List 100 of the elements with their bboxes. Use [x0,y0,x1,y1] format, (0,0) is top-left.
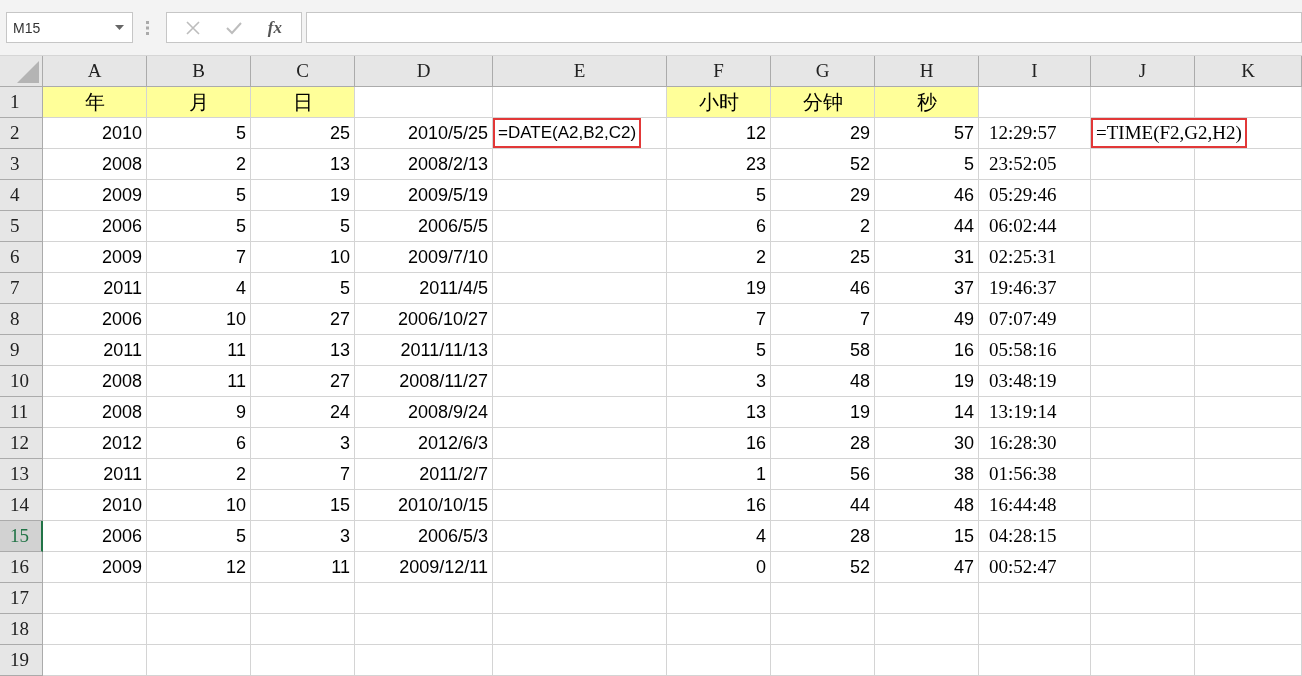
row-header[interactable]: 9 [0,335,43,366]
table-cell: 15 [875,521,979,552]
row-header[interactable]: 2 [0,118,43,149]
table-cell: 14 [875,397,979,428]
table-cell: 27 [251,366,355,397]
formula-input-field[interactable] [306,12,1302,43]
header-cell: 分钟 [771,87,875,118]
row-header[interactable]: 1 [0,87,43,118]
table-cell: 48 [771,366,875,397]
insert-function-button[interactable]: fx [265,17,284,38]
column-header[interactable]: H [875,56,979,87]
table-cell: 52 [771,149,875,180]
name-box[interactable]: M15 [6,12,133,43]
table-cell: 47 [875,552,979,583]
table-cell: 2010/10/15 [355,490,493,521]
row-header[interactable]: 4 [0,180,43,211]
table-cell: 48 [875,490,979,521]
row-header[interactable]: 13 [0,459,43,490]
column-header[interactable]: I [979,56,1091,87]
table-cell: 2009/12/11 [355,552,493,583]
table-cell: 04:28:15 [979,521,1091,552]
column-header[interactable]: J [1091,56,1195,87]
table-cell: 2006/5/5 [355,211,493,242]
table-cell: 10 [147,304,251,335]
table-cell: 5 [147,180,251,211]
table-cell: 01:56:38 [979,459,1091,490]
row-header[interactable]: 12 [0,428,43,459]
table-cell: 02:25:31 [979,242,1091,273]
row-header[interactable]: 5 [0,211,43,242]
table-cell: 06:02:44 [979,211,1091,242]
table-cell: 2008 [43,366,147,397]
column-header[interactable]: F [667,56,771,87]
row-header[interactable]: 10 [0,366,43,397]
table-cell: 2006 [43,304,147,335]
column-header[interactable]: B [147,56,251,87]
table-cell: 58 [771,335,875,366]
table-cell: 25 [251,118,355,149]
table-cell: 49 [875,304,979,335]
table-cell: 13 [251,335,355,366]
table-cell: 2010 [43,118,147,149]
header-cell: 年 [43,87,147,118]
table-cell: 57 [875,118,979,149]
table-cell: 16 [667,490,771,521]
row-header[interactable]: 15 [0,521,43,552]
table-cell: 16:28:30 [979,428,1091,459]
table-cell: 5 [667,335,771,366]
table-cell: 5 [251,211,355,242]
row-header[interactable]: 8 [0,304,43,335]
table-cell: 5 [147,211,251,242]
table-cell: 3 [251,521,355,552]
row-header[interactable]: 18 [0,614,43,645]
table-cell: 2006 [43,211,147,242]
select-all-button[interactable] [0,56,43,87]
table-cell: 1 [667,459,771,490]
table-cell: 2012 [43,428,147,459]
table-cell: 2008 [43,149,147,180]
column-header[interactable]: D [355,56,493,87]
formula-text: =DATE(A2,B2,C2) [493,118,642,148]
column-header[interactable]: E [493,56,667,87]
row-header[interactable]: 7 [0,273,43,304]
table-cell: 2 [147,149,251,180]
row-header[interactable]: 14 [0,490,43,521]
table-cell: 3 [251,428,355,459]
table-cell: 16 [667,428,771,459]
table-cell: 7 [771,304,875,335]
table-cell: 2006/10/27 [355,304,493,335]
row-header[interactable]: 3 [0,149,43,180]
row-header[interactable]: 16 [0,552,43,583]
table-cell: 46 [875,180,979,211]
table-cell: 19 [771,397,875,428]
row-header[interactable]: 6 [0,242,43,273]
table-cell: 56 [771,459,875,490]
table-cell: 2011 [43,459,147,490]
row-header[interactable]: 19 [0,645,43,676]
table-cell: 03:48:19 [979,366,1091,397]
column-header[interactable]: A [43,56,147,87]
column-header[interactable]: G [771,56,875,87]
table-cell: 2009 [43,552,147,583]
row-header[interactable]: 11 [0,397,43,428]
row-header[interactable]: 17 [0,583,43,614]
column-header[interactable]: C [251,56,355,87]
table-cell: 4 [667,521,771,552]
header-cell: 日 [251,87,355,118]
table-cell: 2011 [43,335,147,366]
header-cell: 秒 [875,87,979,118]
table-cell: 29 [771,180,875,211]
table-cell: 2006 [43,521,147,552]
table-cell: 5 [875,149,979,180]
table-cell: 2009 [43,242,147,273]
table-cell: 11 [251,552,355,583]
table-cell: 44 [771,490,875,521]
table-cell: 19 [875,366,979,397]
table-cell: 2010 [43,490,147,521]
table-cell: 13:19:14 [979,397,1091,428]
caret-icon [115,25,124,30]
column-header[interactable]: K [1195,56,1302,87]
table-cell: 3 [667,366,771,397]
table-cell: 2009 [43,180,147,211]
table-cell: 13 [251,149,355,180]
formula-text: =TIME(F2,G2,H2) [1091,118,1247,148]
